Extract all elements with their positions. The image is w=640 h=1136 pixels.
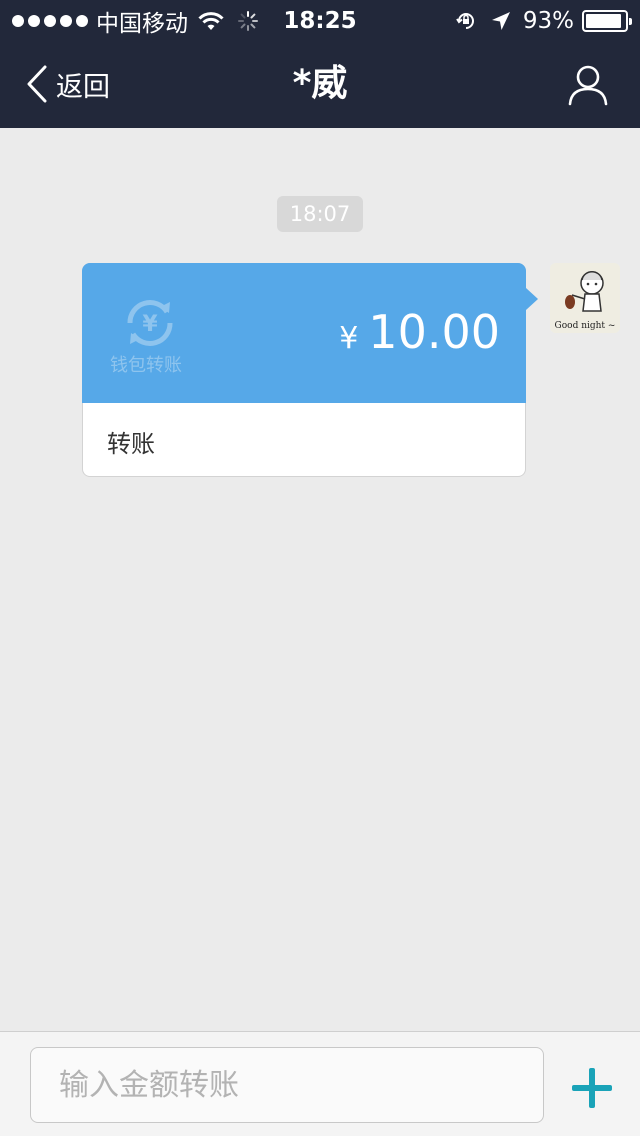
battery-fill — [586, 14, 622, 28]
amount-value: 10.00 — [368, 305, 500, 359]
transfer-message-card[interactable]: ¥ 钱包转账 ¥ 10.00 转账 — [82, 263, 538, 477]
header: 中国移动 18:25 93% 返回 *威 — [0, 0, 640, 128]
navigation-bar: 返回 *威 — [0, 40, 640, 128]
battery-icon — [582, 10, 632, 32]
input-bar — [0, 1031, 640, 1136]
wallet-transfer-label: 钱包转账 — [110, 355, 182, 376]
status-bar: 中国移动 18:25 93% — [0, 0, 640, 40]
avatar-caption: Good night ~ — [555, 321, 616, 331]
message-timestamp: 18:07 — [277, 196, 363, 232]
battery-percent: 93% — [522, 8, 574, 34]
status-right: 93% — [455, 6, 632, 36]
transfer-amount: ¥ 10.00 — [339, 305, 500, 359]
profile-icon[interactable] — [568, 64, 608, 106]
avatar[interactable]: Good night ~ — [550, 263, 620, 333]
location-arrow-icon — [491, 12, 510, 30]
transfer-label: 转账 — [107, 430, 155, 458]
chat-screen: 中国移动 18:25 93% 返回 *威 18:07 ¥ 钱包转账 ¥ 10.0… — [0, 0, 640, 1136]
svg-text:¥: ¥ — [142, 312, 158, 337]
avatar-image: Good night ~ — [550, 263, 620, 333]
amount-input[interactable] — [30, 1047, 544, 1123]
transfer-card-header: ¥ 钱包转账 ¥ 10.00 — [82, 263, 538, 403]
page-title: *威 — [292, 63, 348, 104]
rotation-lock-icon — [456, 13, 474, 29]
plus-icon[interactable] — [570, 1066, 614, 1110]
bubble-tail — [526, 288, 538, 310]
currency-exchange-icon: ¥ — [127, 300, 173, 346]
currency-symbol: ¥ — [339, 321, 359, 356]
